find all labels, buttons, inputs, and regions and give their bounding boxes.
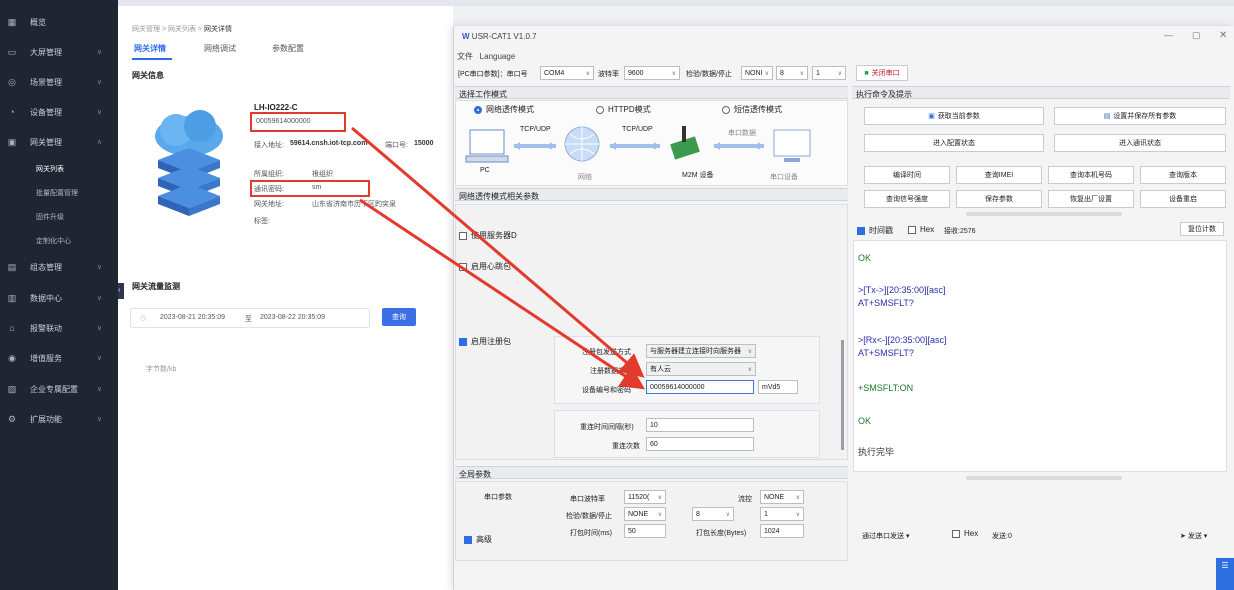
arrow-serial-to-id xyxy=(351,126,645,378)
annotation-arrows xyxy=(351,126,645,390)
arrow-password-to-id xyxy=(359,198,645,390)
